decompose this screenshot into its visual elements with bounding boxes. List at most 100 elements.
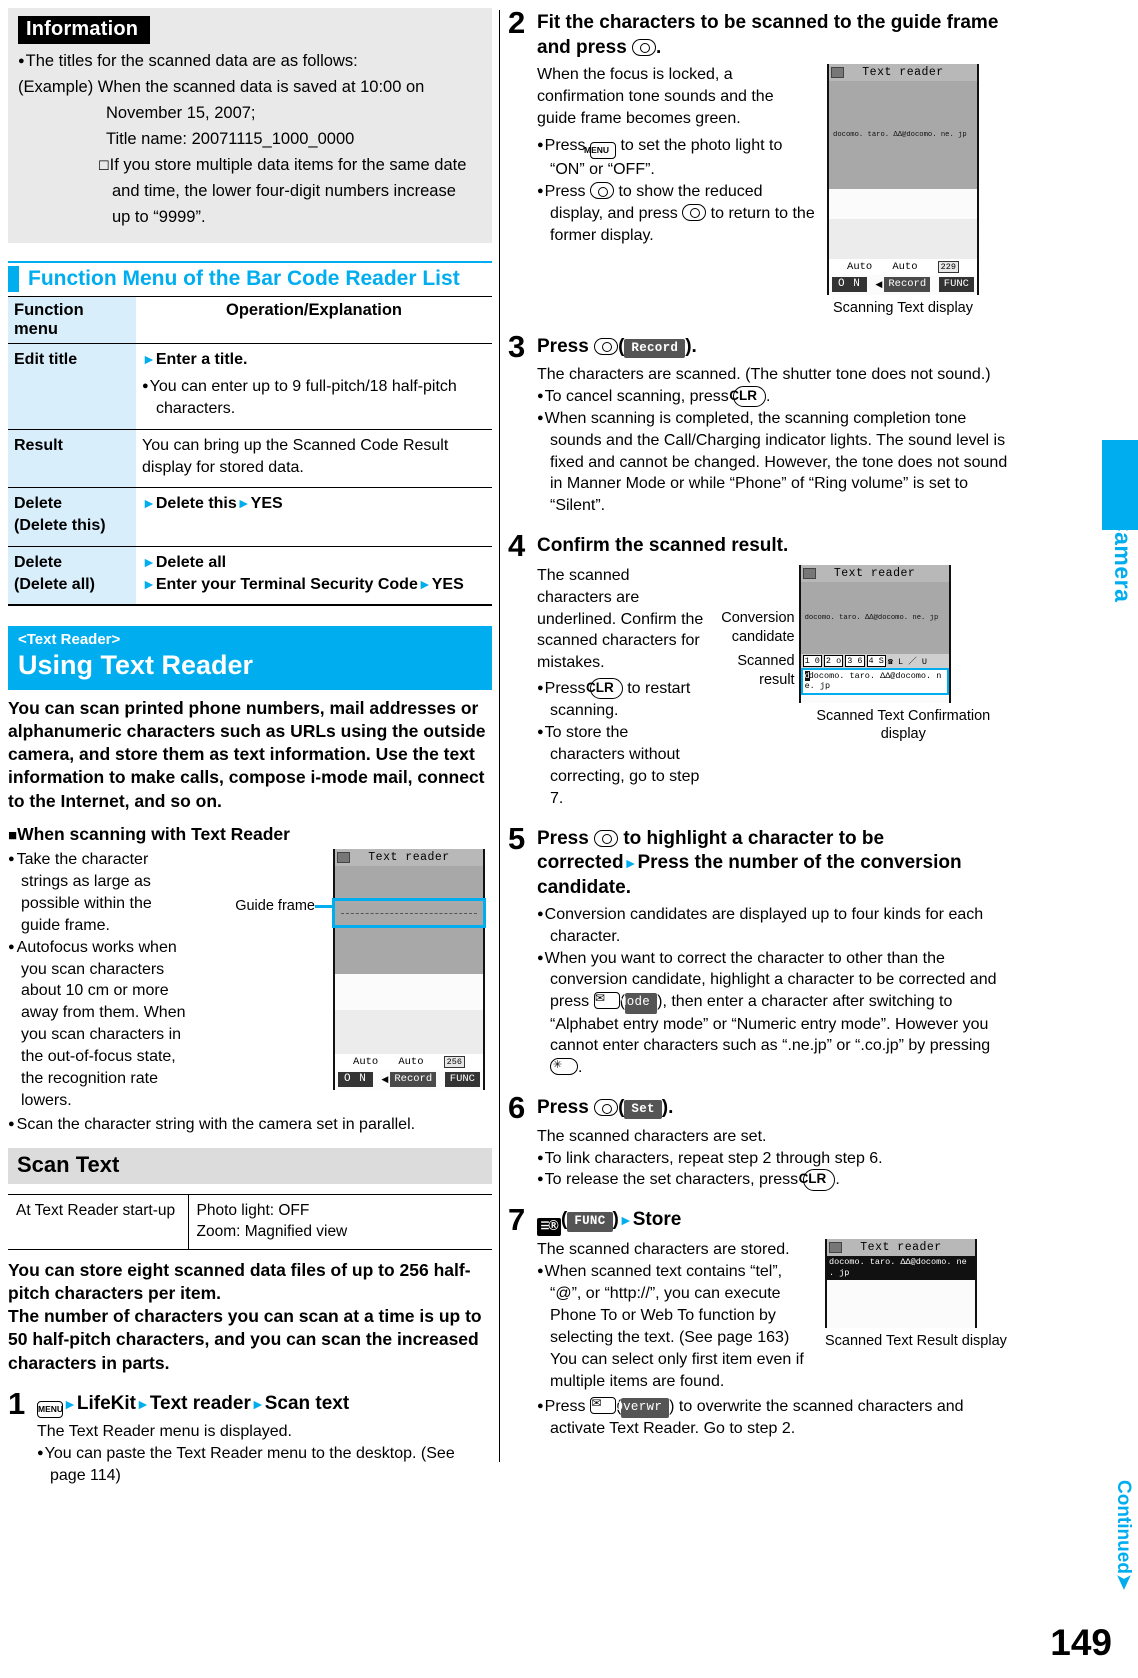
lcd-camera-view	[332, 866, 486, 974]
information-line-title-name: Title name: 20071115_1000_0000	[106, 129, 355, 148]
step-3-description: The characters are scanned. (The shutter…	[537, 365, 991, 383]
left-arrow-icon: ◀	[381, 1074, 389, 1084]
step-4-note-2: To store the characters without correcti…	[537, 722, 704, 810]
star-key-icon[interactable]	[550, 1058, 578, 1076]
softkey-func[interactable]: FUNC	[938, 277, 974, 293]
information-box: Information The titles for the scanned d…	[8, 8, 492, 243]
step-7: 7 ☰Ⓡ(FUNC)►Store	[508, 1204, 1008, 1237]
section-accent-bar	[8, 265, 19, 292]
guide-frame-label: Guide frame	[235, 898, 315, 914]
lcd-scan-figure: Text reader Auto Auto 256 O N ◀ Record F…	[332, 849, 486, 1112]
menu-key-icon[interactable]: MENU	[37, 1400, 63, 1418]
mode-softkey-label: Mode	[619, 993, 658, 1014]
clr-key-icon[interactable]: CLR	[799, 1169, 836, 1191]
softkey-record[interactable]: Record	[884, 277, 931, 293]
lcd-counter: 256	[443, 1056, 465, 1068]
step-4-figure: Text reader docomo. taro. ΔΔ@docomo. ne.…	[798, 564, 1008, 810]
step-3-note-2: When scanning is completed, the scanning…	[537, 408, 1008, 518]
candidate-2[interactable]: 2 o	[823, 654, 844, 667]
step-title: Press (Record).	[537, 335, 697, 358]
conversion-candidate-row[interactable]: 1 0 2 o 3 6 4 S ☎ L ／ U	[800, 653, 949, 668]
step-7-figure: Text reader docomo. taro. ΔΔ@docomo. ne …	[825, 1239, 1007, 1392]
lcd-white-area	[829, 189, 977, 220]
center-key-icon[interactable]	[594, 1099, 619, 1117]
step-7-body: The scanned characters are stored. When …	[537, 1239, 817, 1392]
softkey-record[interactable]: Record	[390, 1072, 437, 1087]
lcd-auto-left: Auto	[353, 1056, 379, 1068]
step-7-note-2: Press (Overwr) to overwrite the scanned …	[537, 1395, 1017, 1440]
step-title: Press (Set).	[537, 1097, 674, 1120]
multi-key-icon[interactable]	[594, 829, 619, 847]
startup-values: Photo light: OFF Zoom: Magnified view	[188, 1194, 492, 1249]
center-key-icon[interactable]	[594, 337, 619, 355]
step-number: 5	[508, 820, 526, 856]
lcd-grey-area	[829, 219, 977, 260]
func-softkey-label: FUNC	[567, 1212, 613, 1232]
mail-key-icon[interactable]	[590, 1395, 616, 1414]
step-title: Confirm the scanned result.	[537, 535, 789, 557]
step-1-note: You can paste the Text Reader menu to th…	[37, 1443, 492, 1487]
step-2-description: When the focus is locked, a confirmation…	[537, 66, 774, 128]
step-7-caption: Scanned Text Result display	[825, 1333, 1007, 1350]
lcd-softkey-row: O N ◀ Record FUNC	[829, 275, 977, 296]
left-column: Information The titles for the scanned d…	[8, 8, 492, 1487]
step-number: 4	[508, 528, 526, 564]
leader-line	[315, 904, 333, 908]
lcd-white-area	[335, 974, 483, 1010]
text-reader-lead: You can scan printed phone numbers, mail…	[8, 697, 486, 811]
lcd-title-bar: Text reader	[335, 849, 483, 866]
table-row: Edit title ►Enter a title. You can enter…	[8, 343, 492, 430]
step-4: 4 Confirm the scanned result.	[508, 528, 1008, 564]
row-value-delete-all: ►Delete all ►Enter your Terminal Securit…	[136, 546, 492, 607]
column-header-operation: Operation/Explanation	[136, 295, 492, 344]
row-label-result: Result	[8, 429, 136, 489]
guide-dash-line	[341, 913, 477, 914]
startup-value-photo-light: Photo light: OFF	[196, 1201, 310, 1219]
candidate-1[interactable]: 1 0	[802, 654, 822, 667]
center-key-icon[interactable]	[682, 203, 707, 221]
record-softkey-label: Record	[624, 338, 686, 358]
step-6-note-2: To release the set characters, press CLR…	[537, 1169, 1008, 1191]
table-row: Result You can bring up the Scanned Code…	[8, 429, 492, 489]
step-5-body: Conversion candidates are displayed up t…	[537, 904, 1008, 1079]
table-row: At Text Reader start-up Photo light: OFF…	[8, 1194, 492, 1250]
softkey-func[interactable]: FUNC	[444, 1072, 480, 1087]
step-1-description: The Text Reader menu is displayed.	[37, 1423, 292, 1441]
step-4-content: The scanned characters are underlined. C…	[508, 564, 1008, 810]
step-6-description: The scanned characters are set.	[537, 1127, 767, 1145]
side-tab-label: Camera	[1110, 515, 1136, 603]
step-3-body: The characters are scanned. (The shutter…	[537, 364, 1008, 517]
softkey-record-group[interactable]: ◀ Record	[875, 277, 931, 293]
candidate-4[interactable]: 4 S	[866, 654, 886, 667]
softkey-record-group[interactable]: ◀ Record	[381, 1072, 437, 1087]
lcd-title: Text reader	[860, 1241, 942, 1255]
clr-key-icon[interactable]: CLR	[586, 678, 623, 700]
text-reader-subtitle: <Text Reader>	[18, 631, 121, 649]
mail-key-icon[interactable]	[593, 990, 620, 1010]
left-arrow-icon: ◀	[875, 279, 883, 290]
information-line-note-2: and time, the lower four-digit numbers i…	[112, 181, 456, 200]
center-key-icon[interactable]	[590, 182, 614, 199]
softkey-on[interactable]: O N	[832, 277, 867, 293]
startup-key: At Text Reader start-up	[8, 1194, 189, 1250]
row-value-result: You can bring up the Scanned Code Result…	[136, 429, 492, 489]
softkey-on[interactable]: O N	[338, 1072, 373, 1087]
step-2: 2 Fit the characters to be scanned to th…	[508, 7, 1008, 60]
step-3: 3 Press (Record).	[508, 330, 1008, 361]
menu-key-icon[interactable]: MENU	[584, 142, 616, 160]
scanned-result-box: ddocomo. taro. ΔΔ@docomo. n e. jp	[800, 667, 949, 695]
table-row: Delete (Delete all) ►Delete all ►Enter y…	[8, 546, 492, 607]
scan-text-heading: Scan Text	[8, 1147, 492, 1184]
lcd-auto-row: Auto Auto 229	[829, 259, 977, 275]
step-7-content: The scanned characters are stored. When …	[508, 1239, 1008, 1392]
step-title: Fit the characters to be scanned to the …	[537, 12, 999, 58]
candidate-3[interactable]: 3 6	[845, 654, 865, 667]
lcd-camera-view: docomo. taro. ΔΔ@docomo. ne. jp	[800, 581, 949, 654]
center-key-icon[interactable]	[632, 38, 657, 56]
lcd-title: Text reader	[368, 851, 450, 864]
lcd-title: Text reader	[862, 66, 944, 80]
clr-key-icon[interactable]: CLR	[729, 385, 766, 408]
scanning-bullet-1: Take the character strings as large as p…	[8, 849, 193, 937]
func-key-icon[interactable]: ☰Ⓡ	[537, 1218, 561, 1237]
startup-settings-table: At Text Reader start-up Photo light: OFF…	[8, 1193, 492, 1250]
